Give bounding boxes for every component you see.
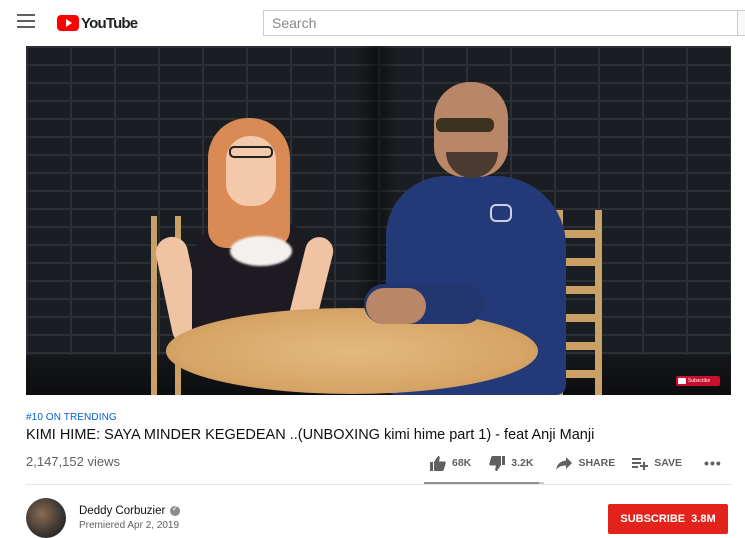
share-icon — [556, 456, 573, 470]
search-input[interactable] — [264, 11, 734, 35]
menu-icon[interactable] — [17, 14, 35, 30]
like-button[interactable]: 68K — [430, 455, 472, 471]
shirt-logo-icon — [490, 204, 512, 222]
search-box[interactable] — [263, 10, 745, 36]
video-actions: 68K 3.2K SHARE SAVE ••• — [430, 452, 722, 474]
video-player[interactable]: Subscribe — [26, 46, 731, 395]
woman-glasses — [229, 146, 273, 158]
man-hands — [366, 288, 426, 324]
save-label: SAVE — [654, 457, 683, 469]
youtube-watermark-icon — [678, 378, 686, 384]
more-actions-button[interactable]: ••• — [704, 455, 722, 471]
watermark-label: Subscribe — [688, 378, 711, 384]
share-button[interactable]: SHARE — [556, 456, 616, 470]
verified-icon — [170, 504, 181, 516]
subscribe-watermark[interactable]: Subscribe — [676, 376, 720, 386]
dislike-count: 3.2K — [511, 457, 534, 469]
dislike-button[interactable]: 3.2K — [489, 455, 534, 471]
subscribe-label: SUBSCRIBE — [620, 513, 686, 525]
channel-avatar[interactable] — [26, 498, 66, 538]
censor-blur — [230, 236, 292, 266]
search-button[interactable] — [737, 11, 745, 35]
masthead: YouTube — [0, 0, 745, 46]
trending-badge[interactable]: #10 ON TRENDING — [26, 412, 117, 423]
like-count: 68K — [452, 457, 472, 469]
youtube-logo[interactable]: YouTube — [57, 13, 138, 33]
share-label: SHARE — [578, 457, 616, 469]
divider — [26, 484, 731, 485]
subscribe-button[interactable]: SUBSCRIBE 3.8M — [608, 504, 728, 534]
view-count: 2,147,152 views — [26, 454, 120, 469]
video-title: KIMI HIME: SAYA MINDER KEGEDEAN ..(UNBOX… — [26, 427, 595, 443]
more-icon: ••• — [704, 455, 722, 471]
thumbs-up-icon — [430, 455, 446, 471]
premiered-date: Premiered Apr 2, 2019 — [79, 520, 180, 531]
playlist-add-icon — [632, 457, 649, 470]
logo-text: YouTube — [81, 14, 138, 32]
channel-name-row[interactable]: Deddy Corbuzier — [79, 504, 181, 517]
man-glasses — [436, 118, 494, 132]
thumbs-down-icon — [489, 455, 506, 471]
channel-name[interactable]: Deddy Corbuzier — [79, 505, 165, 517]
save-button[interactable]: SAVE — [632, 457, 682, 470]
youtube-logo-icon — [57, 15, 79, 31]
round-table — [166, 308, 538, 394]
subscriber-count: 3.8M — [691, 513, 716, 525]
